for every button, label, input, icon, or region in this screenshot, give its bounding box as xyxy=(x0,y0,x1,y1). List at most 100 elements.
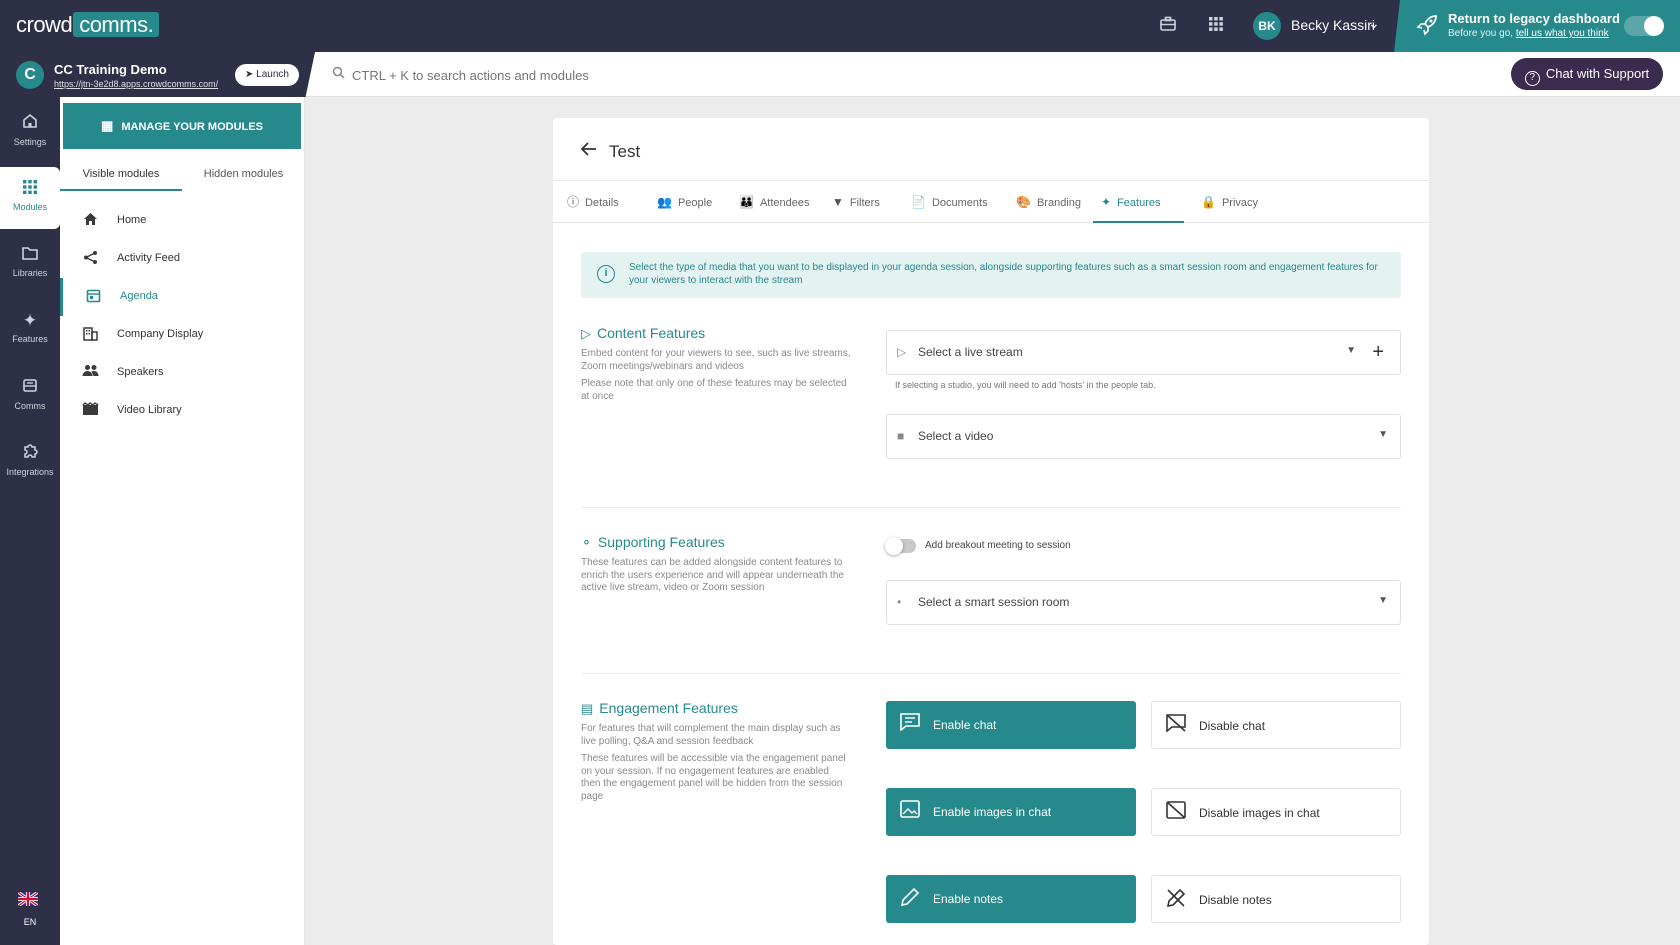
rail-item-settings[interactable]: Settings xyxy=(0,101,60,163)
tab-features[interactable]: ✦ Features xyxy=(1093,181,1184,223)
legacy-toggle-knob[interactable] xyxy=(1644,16,1664,36)
sparkle-icon: ✦ xyxy=(22,311,38,330)
engagement-features-note: These features will be accessible via th… xyxy=(581,753,846,802)
breakout-toggle[interactable] xyxy=(885,537,916,555)
folder-icon xyxy=(0,245,60,265)
content-features-desc: Embed content for your viewers to see, s… xyxy=(581,348,851,372)
top-bar: crowd comms. BK Becky Kassiri ⌄ Return to… xyxy=(0,0,1680,52)
info-icon: ⓘ xyxy=(567,195,580,209)
feedback-link[interactable]: tell us what you think xyxy=(1516,28,1609,39)
add-icon[interactable]: + xyxy=(1372,341,1384,364)
rail-item-comms[interactable]: Comms xyxy=(0,365,60,427)
module-item-activity-feed[interactable]: Activity Feed xyxy=(60,240,305,278)
briefcase-icon[interactable] xyxy=(1157,15,1179,37)
info-icon: i xyxy=(597,265,615,283)
enable-images-button[interactable]: Enable images in chat xyxy=(886,788,1136,836)
rocket-icon xyxy=(1416,14,1438,42)
info-banner-text: Select the type of media that you want t… xyxy=(629,262,1378,286)
launch-button[interactable]: ➤ Launch xyxy=(235,64,299,86)
enable-chat-button[interactable]: Enable chat xyxy=(886,701,1136,749)
pencil-icon xyxy=(900,887,920,912)
people-icon: 👥 xyxy=(657,195,672,209)
enable-notes-button[interactable]: Enable notes xyxy=(886,875,1136,923)
content-features-title: ▷ Content Features xyxy=(581,325,706,341)
document-icon: 📄 xyxy=(911,195,926,209)
page-title: Test xyxy=(609,142,641,161)
language-label[interactable]: EN xyxy=(0,917,60,927)
uk-flag-icon[interactable] xyxy=(17,890,39,911)
module-item-home[interactable]: Home xyxy=(60,202,305,240)
palette-icon: 🎨 xyxy=(1016,195,1031,209)
tab-privacy[interactable]: 🔒 Privacy xyxy=(1193,181,1266,223)
video-select[interactable]: ■ Select a video ▼ xyxy=(886,414,1401,459)
inbox-icon xyxy=(0,377,60,398)
section-divider xyxy=(581,673,1401,674)
manage-modules-button[interactable]: ▦ MANAGE YOUR MODULES xyxy=(63,103,301,149)
play-box-icon: ▷ xyxy=(897,345,907,359)
dropdown-arrow-icon: ▼ xyxy=(1378,595,1388,606)
event-bar: C CC Training Demo https://jtn-3e2d8.app… xyxy=(0,52,1680,97)
search-input[interactable] xyxy=(352,62,1052,88)
module-item-agenda[interactable]: Agenda xyxy=(60,278,305,316)
engagement-features-desc: For features that will complement the ma… xyxy=(581,723,841,747)
tab-filters[interactable]: ▼ Filters xyxy=(824,181,888,223)
filter-icon: ▼ xyxy=(832,195,844,209)
rail-item-integrations[interactable]: Integrations xyxy=(0,431,60,493)
calendar-icon xyxy=(83,288,103,307)
session-tabs: ⓘ Details 👥 People 👪 Attendees ▼ Filters 📄 Do… xyxy=(553,180,1429,223)
headset-icon: ⚬ xyxy=(581,535,592,550)
disable-chat-button[interactable]: Disable chat xyxy=(1151,701,1401,749)
module-item-company-display[interactable]: Company Display xyxy=(60,316,305,354)
tab-attendees[interactable]: 👪 Attendees xyxy=(731,181,818,223)
module-item-speakers[interactable]: Speakers xyxy=(60,354,305,392)
event-block: C CC Training Demo https://jtn-3e2d8.app… xyxy=(0,52,315,97)
user-avatar[interactable]: BK xyxy=(1253,12,1281,40)
back-arrow-icon[interactable] xyxy=(580,140,597,161)
search-icon xyxy=(332,66,345,82)
event-url[interactable]: https://jtn-3e2d8.apps.crowdcomms.com/ xyxy=(54,79,218,89)
apps-grid-icon[interactable] xyxy=(1205,15,1227,37)
live-stream-select[interactable]: ▷ Select a live stream ▼ + xyxy=(886,330,1401,375)
puzzle-icon xyxy=(0,443,60,464)
people-icon xyxy=(80,364,100,381)
supporting-features-desc: These features can be added alongside co… xyxy=(581,557,844,593)
crowdcomms-logo[interactable]: crowd comms. xyxy=(16,12,160,38)
chat-off-icon xyxy=(1166,714,1186,737)
room-icon: • xyxy=(897,595,902,609)
disable-notes-button[interactable]: Disable notes xyxy=(1151,875,1401,923)
smart-room-select[interactable]: • Select a smart session room ▼ xyxy=(886,580,1401,625)
grid-icon xyxy=(0,179,60,199)
event-name: CC Training Demo xyxy=(54,62,167,77)
sparkle-icon: ✦ xyxy=(1101,195,1112,209)
dropdown-arrow-icon: ▼ xyxy=(1346,345,1356,356)
user-name[interactable]: Becky Kassiri xyxy=(1291,17,1375,33)
building-icon xyxy=(80,326,100,345)
disable-images-button[interactable]: Disable images in chat xyxy=(1151,788,1401,836)
chat-with-support-button[interactable]: ? Chat with Support xyxy=(1511,58,1663,90)
supporting-features-title: ⚬ Supporting Features xyxy=(581,534,725,550)
tab-people[interactable]: 👥 People xyxy=(649,181,720,223)
left-rail: Settings Modules Libraries ✦ Features Co… xyxy=(0,97,60,945)
tab-documents[interactable]: 📄 Documents xyxy=(903,181,996,223)
rail-item-libraries[interactable]: Libraries xyxy=(0,233,60,295)
rail-item-features[interactable]: ✦ Features xyxy=(0,299,60,361)
lock-icon: 🔒 xyxy=(1201,195,1216,209)
tab-visible-modules[interactable]: Visible modules xyxy=(60,161,182,191)
legacy-dashboard-banner[interactable]: Return to legacy dashboard Before you go… xyxy=(1394,0,1680,52)
section-divider xyxy=(581,507,1401,508)
pencil-off-icon xyxy=(1166,888,1186,913)
image-off-icon xyxy=(1166,801,1186,824)
engagement-features-title: ▤ Engagement Features xyxy=(581,700,738,716)
home-icon xyxy=(0,113,60,134)
tab-branding[interactable]: 🎨 Branding xyxy=(1008,181,1089,223)
image-icon xyxy=(900,800,920,823)
session-card: Test ⓘ Details 👥 People 👪 Attendees ▼ Filter… xyxy=(553,118,1429,945)
info-banner: i Select the type of media that you want… xyxy=(581,252,1401,298)
module-item-video-library[interactable]: Video Library xyxy=(60,392,305,430)
tab-hidden-modules[interactable]: Hidden modules xyxy=(182,161,305,191)
rail-item-modules[interactable]: Modules xyxy=(0,167,60,229)
video-box-icon: ▷ xyxy=(581,326,591,341)
tab-details[interactable]: ⓘ Details xyxy=(559,181,627,223)
chevron-down-icon[interactable]: ⌄ xyxy=(1368,15,1380,32)
film-icon xyxy=(80,402,100,420)
